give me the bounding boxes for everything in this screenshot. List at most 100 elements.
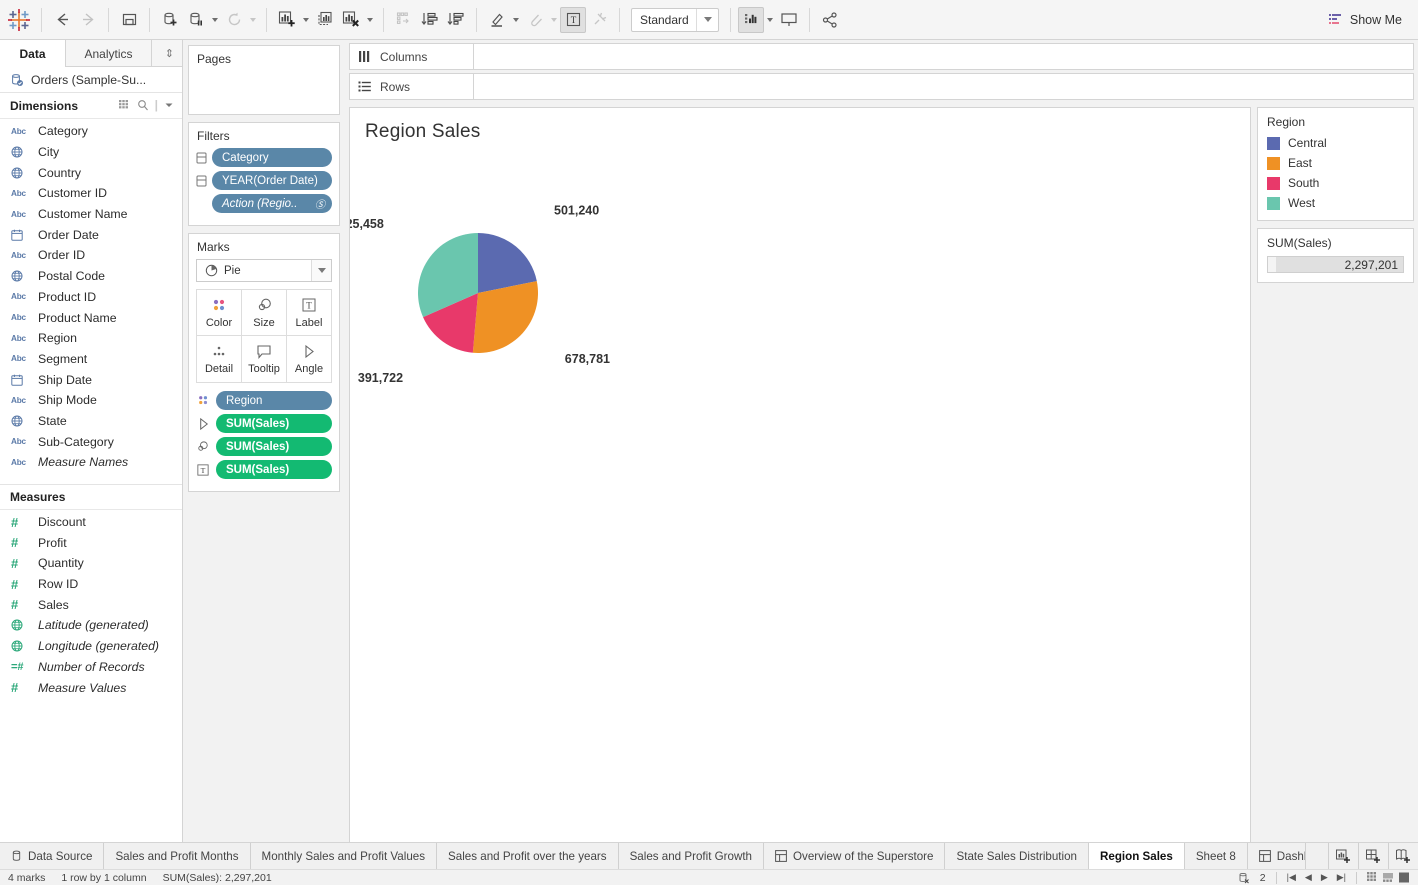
forward-button[interactable] [75, 7, 101, 33]
legend-item[interactable]: Central [1258, 133, 1413, 153]
dimension-customer-id[interactable]: Abc Customer ID [0, 183, 182, 204]
highlighter-chevron-down-icon[interactable] [510, 7, 522, 33]
group-chevron-down-icon[interactable] [548, 7, 560, 33]
dimension-measure-names[interactable]: Abc Measure Names [0, 452, 182, 473]
size-icon[interactable] [196, 440, 210, 453]
filter-pill[interactable]: Category [212, 148, 332, 167]
search-icon[interactable] [137, 99, 149, 111]
duplicate-sheet-button[interactable] [312, 7, 338, 33]
back-button[interactable] [49, 7, 75, 33]
pause-updates-chevron-down-icon[interactable] [209, 7, 221, 33]
chevron-down-icon[interactable] [164, 101, 174, 109]
size-button[interactable]: Size [242, 289, 287, 336]
data-source-item[interactable]: Orders (Sample-Su... [0, 67, 182, 93]
show-mark-labels-button[interactable]: T [560, 6, 586, 33]
worksheet-tab-data-source[interactable]: Data Source [0, 843, 105, 869]
tab-data[interactable]: Data [0, 40, 66, 67]
mark-pill[interactable]: SUM(Sales) [216, 460, 332, 479]
grid-icon[interactable] [118, 99, 131, 111]
sort-ascending-button[interactable] [417, 7, 443, 33]
rows-drop-zone[interactable] [474, 73, 1414, 100]
dimension-category[interactable]: Abc Category [0, 121, 182, 142]
new-worksheet-tab-button[interactable] [1328, 843, 1358, 869]
dimension-product-id[interactable]: Abc Product ID [0, 287, 182, 308]
new-story-tab-button[interactable] [1388, 843, 1418, 869]
first-page-icon[interactable]: |◀ [1287, 872, 1296, 883]
angle-icon[interactable] [196, 417, 210, 431]
dimension-segment[interactable]: Abc Segment [0, 349, 182, 370]
color-icon[interactable] [196, 394, 210, 407]
share-button[interactable] [817, 7, 843, 33]
worksheet-tab-overview-of-the-superstore[interactable]: Overview of the Superstore [764, 843, 946, 869]
fit-dropdown[interactable]: Standard [631, 7, 719, 32]
fit-axis-chevron-down-icon[interactable] [764, 7, 776, 33]
legend-item[interactable]: West [1258, 193, 1413, 213]
mark-pill[interactable]: SUM(Sales) [216, 414, 332, 433]
dimension-country[interactable]: Country [0, 162, 182, 183]
label-button[interactable]: T Label [287, 289, 332, 336]
dimension-customer-name[interactable]: Abc Customer Name [0, 204, 182, 225]
grid-view-icon[interactable] [1367, 872, 1378, 883]
dimension-order-id[interactable]: Abc Order ID [0, 245, 182, 266]
sheet-view-icon[interactable] [1399, 872, 1410, 883]
measure-quantity[interactable]: # Quantity [0, 553, 182, 574]
tooltip-button[interactable]: Tooltip [242, 336, 287, 383]
worksheet-tab-sales-and-profit-growth[interactable]: Sales and Profit Growth [618, 843, 764, 869]
mark-pill[interactable]: SUM(Sales) [216, 437, 332, 456]
dimension-product-name[interactable]: Abc Product Name [0, 307, 182, 328]
refresh-button[interactable] [221, 7, 247, 33]
pages-card[interactable]: Pages [188, 45, 340, 115]
chevron-down-icon[interactable] [311, 260, 331, 281]
chevron-down-icon[interactable] [696, 8, 718, 31]
dimension-state[interactable]: State [0, 411, 182, 432]
dimension-sub-category[interactable]: Abc Sub-Category [0, 431, 182, 452]
save-button[interactable] [116, 7, 142, 33]
worksheet-tab-region-sales[interactable]: Region Sales [1089, 843, 1185, 869]
new-dashboard-tab-button[interactable] [1358, 843, 1388, 869]
filmstrip-view-icon[interactable] [1383, 872, 1394, 883]
filter-pill[interactable]: YEAR(Order Date) [212, 171, 332, 190]
color-button[interactable]: Color [196, 289, 242, 336]
size-legend-bar[interactable]: 2,297,201 [1267, 256, 1404, 273]
legend-item[interactable]: East [1258, 153, 1413, 173]
pie-chart-svg[interactable]: 501,240 678,781 391,722 725,458 [350, 163, 970, 463]
new-worksheet-chevron-down-icon[interactable] [300, 7, 312, 33]
filter-card-icon[interactable] [196, 175, 207, 187]
worksheet-tab-monthly-sales-and-profit-values[interactable]: Monthly Sales and Profit Values [250, 843, 438, 869]
measure-profit[interactable]: # Profit [0, 532, 182, 553]
refresh-chevron-down-icon[interactable] [247, 7, 259, 33]
new-data-source-button[interactable] [157, 7, 183, 33]
show-me-button[interactable]: Show Me [1318, 9, 1412, 30]
dimension-city[interactable]: City [0, 142, 182, 163]
highlighter-button[interactable] [484, 7, 510, 33]
dimension-postal-code[interactable]: Postal Code [0, 266, 182, 287]
new-worksheet-button[interactable] [274, 7, 300, 33]
filter-pill[interactable]: Action (Regio.. Ⓢ [212, 194, 332, 213]
measure-longitude-generated[interactable]: Longitude (generated) [0, 636, 182, 657]
columns-drop-zone[interactable] [474, 43, 1414, 70]
measure-row-id[interactable]: # Row ID [0, 574, 182, 595]
clear-sheet-button[interactable] [338, 7, 364, 33]
tableau-logo-icon[interactable] [6, 7, 32, 33]
columns-shelf[interactable]: Columns [349, 43, 1414, 70]
measure-number-of-records[interactable]: =# Number of Records [0, 657, 182, 678]
pause-auto-updates-button[interactable] [183, 7, 209, 33]
dimension-order-date[interactable]: Order Date [0, 224, 182, 245]
tab-analytics[interactable]: Analytics [66, 40, 152, 67]
worksheet-tab-sales-and-profit-over-the-years[interactable]: Sales and Profit over the years [437, 843, 619, 869]
collapse-pane-icon[interactable]: ⇕ [165, 47, 174, 60]
pin-button[interactable] [586, 7, 612, 33]
fit-axis-button[interactable] [738, 6, 764, 33]
angle-button[interactable]: Angle [287, 336, 332, 383]
previous-page-icon[interactable]: ◀ [1305, 872, 1312, 883]
last-page-icon[interactable]: ▶| [1337, 872, 1346, 883]
swap-rows-columns-button[interactable] [391, 7, 417, 33]
dimension-ship-mode[interactable]: Abc Ship Mode [0, 390, 182, 411]
worksheet-tab-sales-and-profit-months[interactable]: Sales and Profit Months [104, 843, 251, 869]
measure-latitude-generated[interactable]: Latitude (generated) [0, 615, 182, 636]
measure-sales[interactable]: # Sales [0, 594, 182, 615]
pie-chart[interactable]: 501,240 678,781 391,722 725,458 [350, 163, 1250, 463]
presentation-mode-button[interactable] [776, 7, 802, 33]
mark-type-dropdown[interactable]: Pie [196, 259, 332, 282]
mark-pill[interactable]: Region [216, 391, 332, 410]
